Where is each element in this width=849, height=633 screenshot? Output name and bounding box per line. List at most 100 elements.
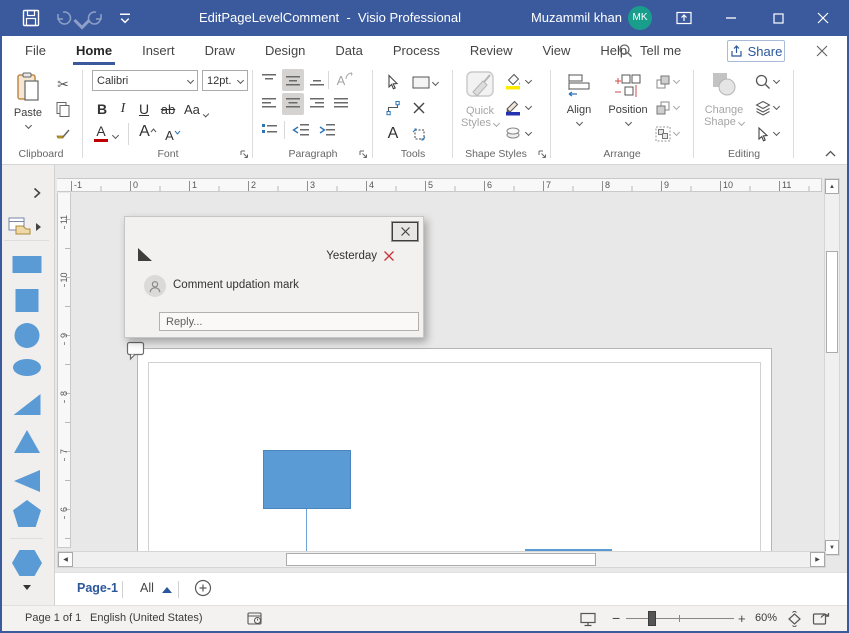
stencil-shape-circle[interactable] [15,323,40,348]
scroll-down-button[interactable]: ▼ [825,540,839,555]
minimize-button[interactable] [710,0,752,36]
text-tool-button[interactable]: A [382,123,404,145]
tab-design[interactable]: Design [250,36,320,65]
canvas-rectangle-shape[interactable] [263,450,351,509]
send-backward-button[interactable] [652,97,674,119]
tab-draw[interactable]: Draw [190,36,250,65]
stencil-shape-hexagon[interactable] [12,550,42,576]
find-button[interactable] [752,71,774,93]
rectangle-tool-button[interactable] [408,71,442,93]
reply-input[interactable] [159,312,419,331]
collapse-ribbon-icon[interactable] [824,149,837,158]
canvas-connector[interactable] [306,509,307,551]
stencil-shape-ellipse[interactable] [13,359,41,376]
paragraph-dialog-launcher-icon[interactable] [358,149,369,160]
stencil-shape-left-triangle[interactable] [14,470,40,492]
bring-forward-dropdown-icon[interactable] [673,77,680,84]
tab-view[interactable]: View [527,36,585,65]
format-painter-button[interactable] [52,123,74,145]
scroll-left-button[interactable]: ◀ [58,552,73,567]
stencil-shape-right-triangle[interactable] [14,394,41,415]
grow-font-button[interactable]: A [136,121,160,143]
underline-button[interactable]: U [134,97,154,119]
scroll-right-button[interactable]: ▶ [810,552,825,567]
scroll-up-button[interactable]: ▲ [825,179,839,194]
quick-styles-button[interactable]: Quick Styles [458,68,502,148]
stencil-shape-triangle[interactable] [14,430,40,453]
user-avatar[interactable]: MK [628,6,652,30]
fill-dropdown-icon[interactable] [525,77,532,84]
zoom-slider-thumb[interactable] [648,611,656,626]
connection-point-tool-button[interactable] [408,97,430,119]
text-block-tool-button[interactable] [408,123,430,145]
all-pages-button[interactable]: All [140,581,154,595]
tab-data[interactable]: Data [320,36,377,65]
group-shapes-dropdown-icon[interactable] [673,129,680,136]
align-bottom-button[interactable] [306,69,328,91]
vertical-scroll-thumb[interactable] [826,251,838,353]
effects-dropdown-icon[interactable] [525,129,532,136]
redo-icon[interactable] [86,8,106,28]
shrink-font-button[interactable]: A [162,123,184,145]
align-right-button[interactable] [306,93,328,115]
paste-button[interactable]: Paste [6,68,50,148]
cut-button[interactable]: ✂ [52,73,74,95]
font-dialog-launcher-icon[interactable] [239,149,250,160]
macro-record-icon[interactable] [247,612,263,625]
pointer-tool-button[interactable] [382,71,404,93]
italic-button[interactable]: I [114,97,132,119]
comment-popup-close-button[interactable] [392,222,418,241]
fill-button[interactable] [502,70,524,92]
copy-button[interactable] [52,98,74,120]
text-direction-button[interactable]: A [334,69,356,91]
align-center-button[interactable] [282,93,304,115]
expand-shapes-panel-icon[interactable] [31,187,43,199]
bold-button[interactable]: B [92,97,112,119]
bullets-button[interactable] [258,119,280,141]
language-indicator[interactable]: English (United States) [90,612,203,624]
zoom-slider-track[interactable] [626,618,734,619]
stencil-shape-square[interactable] [16,289,39,312]
user-name[interactable]: Muzammil khan [530,0,622,36]
connector-tool-button[interactable] [382,97,404,119]
undo-icon[interactable] [53,8,73,28]
stencil-shape-pentagon[interactable] [13,500,41,527]
zoom-level[interactable]: 60% [755,612,777,624]
group-shapes-button[interactable] [652,123,674,145]
align-top-button[interactable] [258,69,280,91]
ribbon-close-icon[interactable] [814,43,830,59]
font-color-dropdown-icon[interactable] [112,132,119,139]
maximize-button[interactable] [757,0,799,36]
font-family-combo[interactable]: Calibri [92,70,198,91]
comment-indicator-icon[interactable] [126,341,146,361]
tell-me-box[interactable]: Tell me [618,36,681,65]
insert-page-button[interactable] [194,579,212,597]
page-indicator[interactable]: Page 1 of 1 [25,612,81,624]
justify-button[interactable] [330,93,352,115]
delete-comment-icon[interactable] [383,250,395,262]
more-shapes-icon[interactable] [23,585,31,590]
horizontal-scroll-thumb[interactable] [286,553,596,566]
shape-styles-dialog-launcher-icon[interactable] [537,149,548,160]
find-dropdown-icon[interactable] [773,77,780,84]
tab-file[interactable]: File [10,36,61,65]
layers-button[interactable] [752,97,774,119]
tab-home[interactable]: Home [61,36,127,65]
change-case-button[interactable]: Aa [184,97,208,119]
line-dropdown-icon[interactable] [525,103,532,110]
position-button[interactable]: Position [604,68,652,148]
presentation-mode-icon[interactable] [579,612,597,627]
tab-review[interactable]: Review [455,36,528,65]
select-dropdown-icon[interactable] [773,129,780,136]
stencil-shape-rectangle[interactable] [13,256,42,273]
align-middle-button[interactable] [282,69,304,91]
horizontal-scrollbar[interactable]: ◀ ▶ [57,551,826,568]
tab-process[interactable]: Process [378,36,455,65]
strikethrough-button[interactable]: ab [156,97,180,119]
close-button[interactable] [802,0,844,36]
effects-button[interactable] [502,122,524,144]
bring-forward-button[interactable] [652,71,674,93]
ribbon-display-options-icon[interactable] [675,9,693,27]
line-button[interactable] [502,96,524,118]
align-button[interactable]: Align [556,68,602,148]
